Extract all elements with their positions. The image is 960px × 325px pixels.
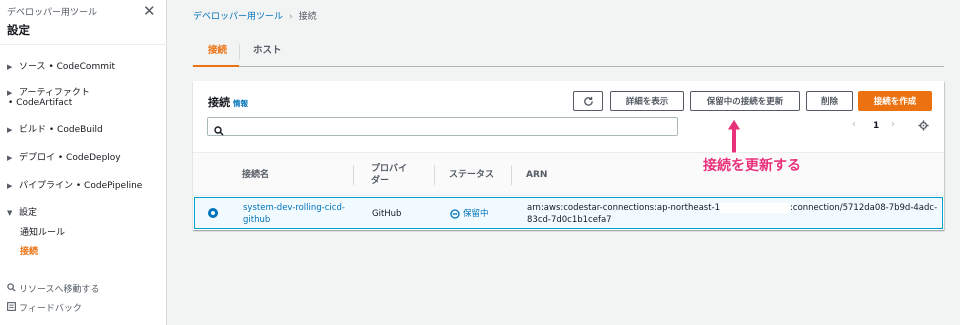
tab-connections[interactable]: 接続 <box>208 42 227 56</box>
provider-cell: GitHub <box>372 209 402 219</box>
create-connection-button[interactable]: 接続を作成 <box>858 91 932 111</box>
connection-name-link[interactable]: system-dev-rolling-cicd- github <box>243 202 345 226</box>
feedback-link[interactable]: フィードバック <box>7 301 82 314</box>
breadcrumb-current: 接続 <box>298 12 317 22</box>
panel-title-text: 接続 <box>208 96 230 109</box>
page-number[interactable]: 1 <box>873 121 879 131</box>
row-radio-button[interactable] <box>208 208 218 218</box>
footer-label: リソースへ移動する <box>19 285 100 295</box>
annotation-label: 接続を更新する <box>703 158 801 174</box>
arn-line2: 83cd-7d0c1b1cefa7 <box>527 215 612 225</box>
refresh-button[interactable] <box>573 91 603 111</box>
sidebar-item-label: 設定 <box>19 208 38 218</box>
arn-suffix: :connection/5712da08-7b9d-4adc- <box>790 203 938 213</box>
divider <box>239 44 240 60</box>
caret-right-icon: ▶ <box>7 63 13 71</box>
table-row[interactable]: system-dev-rolling-cicd- github GitHub 保… <box>194 197 943 229</box>
column-header-provider[interactable]: プロバイダー <box>371 163 413 187</box>
info-link[interactable]: 情報 <box>233 99 248 108</box>
update-pending-connection-button[interactable]: 保留中の接続を更新 <box>690 91 800 111</box>
caret-right-icon: ▶ <box>7 126 13 134</box>
delete-button[interactable]: 削除 <box>806 91 853 111</box>
divider <box>434 165 435 185</box>
go-to-resource-link[interactable]: リソースへ移動する <box>7 282 100 295</box>
column-header-status[interactable]: ステータス <box>449 169 494 181</box>
connections-panel: 接続 情報 詳細を表示 保留中の接続を更新 削除 接続を作成 ‹ 1 › 接続名 … <box>193 81 944 230</box>
sidebar-item-artifact[interactable]: ▶ アーティファクト <box>7 85 90 98</box>
sidebar-item-label: パイプライン <box>19 181 74 191</box>
breadcrumb: デベロッパー用ツール › 接続 <box>193 9 317 22</box>
divider <box>511 165 512 185</box>
sidebar-title: 設定 <box>7 23 30 37</box>
active-tab-indicator <box>193 65 239 67</box>
caret-right-icon: ▶ <box>7 89 13 97</box>
caret-down-icon: ▼ <box>7 209 13 217</box>
column-header-name[interactable]: 接続名 <box>242 169 269 181</box>
chevron-right-icon[interactable]: › <box>891 119 895 130</box>
sidebar-item-service: • CodeBuild <box>48 125 103 135</box>
divider <box>353 165 354 185</box>
sidebar-item-service[interactable]: • CodeArtifact <box>8 98 72 108</box>
breadcrumb-parent[interactable]: デベロッパー用ツール <box>193 12 283 22</box>
sidebar-item-notification-rules[interactable]: 通知ルール <box>20 225 65 238</box>
status-cell: 保留中 <box>450 208 489 220</box>
refresh-icon <box>583 96 593 106</box>
chevron-left-icon[interactable]: ‹ <box>852 119 856 130</box>
close-icon[interactable]: ✕ <box>143 4 156 19</box>
chevron-right-icon: › <box>289 12 293 22</box>
sidebar-item-pipeline[interactable]: ▶ パイプライン • CodePipeline <box>7 178 142 191</box>
sidebar-item-settings[interactable]: ▼ 設定 <box>7 205 37 218</box>
sidebar-item-service: • CodeDeploy <box>57 153 121 163</box>
tab-bar: 接続 ホスト <box>193 38 944 67</box>
view-details-button[interactable]: 詳細を表示 <box>610 91 684 111</box>
connection-name-line2: github <box>243 215 271 225</box>
sidebar-item-source[interactable]: ▶ ソース • CodeCommit <box>7 59 115 72</box>
redaction-block <box>720 202 791 213</box>
panel-title: 接続 情報 <box>208 94 248 110</box>
divider <box>0 44 167 45</box>
column-header-arn[interactable]: ARN <box>526 169 547 181</box>
sidebar-item-build[interactable]: ▶ ビルド • CodeBuild <box>7 122 103 135</box>
sidebar-item-service: • CodeCommit <box>48 62 116 72</box>
annotation-arrow-icon <box>726 118 742 158</box>
sidebar-header: デベロッパー用ツール 設定 <box>7 5 97 38</box>
sidebar-item-service: • CodePipeline <box>75 181 143 191</box>
tab-hosts[interactable]: ホスト <box>253 42 282 56</box>
connection-name-line1: system-dev-rolling-cicd- <box>243 203 345 213</box>
caret-right-icon: ▶ <box>7 182 13 190</box>
search-icon <box>7 283 19 295</box>
search-icon <box>214 121 224 140</box>
arn-cell: arn:aws:codestar-connections:ap-northeas… <box>527 202 937 226</box>
sidebar: デベロッパー用ツール 設定 ✕ ▶ ソース • CodeCommit ▶ アーティフ… <box>0 0 167 325</box>
caret-right-icon: ▶ <box>7 154 13 162</box>
arn-prefix: arn:aws:codestar-connections:ap-northeas… <box>527 203 721 213</box>
sidebar-item-label: ビルド <box>19 125 47 135</box>
sidebar-item-deploy[interactable]: ▶ デプロイ • CodeDeploy <box>7 150 121 163</box>
sidebar-item-label: アーティファクト <box>19 88 90 98</box>
sidebar-item-label: ソース <box>19 62 46 72</box>
sidebar-item-label: デプロイ <box>19 153 56 163</box>
gear-icon[interactable] <box>918 120 929 134</box>
search-input[interactable] <box>207 117 678 136</box>
pending-icon <box>450 209 460 219</box>
feedback-icon <box>7 302 19 314</box>
sidebar-subtitle: デベロッパー用ツール <box>7 8 98 18</box>
status-text: 保留中 <box>463 209 489 219</box>
table-header: 接続名 プロバイダー ステータス ARN <box>193 152 944 196</box>
sidebar-item-connections[interactable]: 接続 <box>20 244 38 257</box>
footer-label: フィードバック <box>19 304 82 314</box>
